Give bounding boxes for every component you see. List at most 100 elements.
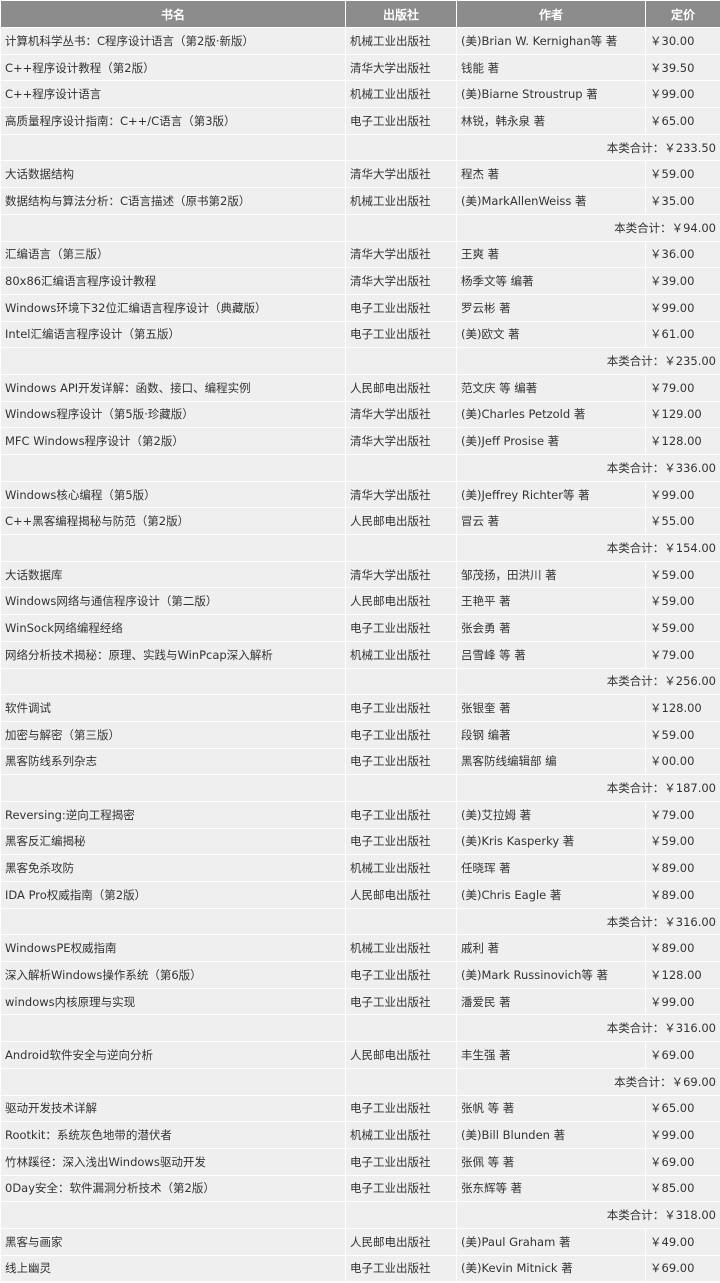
empty-cell [346,668,456,695]
empty-cell [346,1015,456,1042]
author-cell: 罗云彬 著 [457,294,645,321]
table-row: Reversing:逆向工程揭密 电子工业出版社 (美)艾拉姆 著 ￥79.00 [1,801,720,828]
empty-cell [1,1068,345,1095]
book-title-cell: Windows环境下32位汇编语言程序设计（典藏版） [1,294,345,321]
subtotal-row: 本类合计：￥316.00 [1,908,720,935]
empty-cell [1,455,345,481]
price-cell: ￥36.00 [646,241,720,268]
book-title-cell: 黑客反汇编揭秘 [1,828,345,855]
book-title-cell: 高质量程序设计指南：C++/C语言（第3版） [1,108,345,134]
publisher-cell: 人民邮电出版社 [346,1228,456,1255]
price-cell: ￥99.00 [646,988,720,1015]
price-cell: ￥59.00 [646,828,720,855]
subtotal-cell: 本类合计：￥256.00 [457,668,720,695]
price-cell: ￥79.00 [646,801,720,828]
publisher-cell: 清华大学出版社 [346,561,456,588]
book-title-cell: C++程序设计语言 [1,81,345,108]
table-row: Rootkit：系统灰色地带的潜伏者 机械工业出版社 (美)Bill Blunden… [1,1122,720,1148]
publisher-cell: 清华大学出版社 [346,268,456,294]
publisher-cell: 机械工业出版社 [346,641,456,668]
author-cell: (美)MarkAllenWeiss 著 [457,188,645,214]
subtotal-cell: 本类合计：￥318.00 [457,1202,720,1228]
subtotal-row: 本类合计：￥69.00 [1,1068,720,1095]
publisher-cell: 人民邮电出版社 [346,508,456,535]
publisher-cell: 清华大学出版社 [346,54,456,81]
empty-cell [346,908,456,935]
empty-cell [346,134,456,161]
publisher-cell: 电子工业出版社 [346,988,456,1015]
author-cell: 程杰 著 [457,161,645,188]
empty-cell [1,134,345,161]
subtotal-row: 本类合计：￥316.00 [1,1015,720,1042]
table-row: 网络分析技术揭秘：原理、实践与WinPcap深入解析 机械工业出版社 吕雪峰 等 著… [1,641,720,668]
book-title-cell: MFC Windows程序设计（第2版） [1,428,345,454]
table-row: 0Day安全：软件漏洞分析技术（第2版） 电子工业出版社 张东辉等 著 ￥85.00 [1,1175,720,1202]
subtotal-cell: 本类合计：￥94.00 [457,214,720,241]
subtotal-cell: 本类合计：￥336.00 [457,455,720,481]
publisher-cell: 人民邮电出版社 [346,882,456,908]
book-title-cell: C++黑客编程揭秘与防范（第2版） [1,508,345,535]
header-price: 定价 [646,1,720,27]
empty-cell [1,535,345,561]
empty-cell [346,348,456,374]
subtotal-row: 本类合计：￥336.00 [1,455,720,481]
publisher-cell: 机械工业出版社 [346,81,456,108]
price-cell: ￥35.00 [646,188,720,214]
publisher-cell: 人民邮电出版社 [346,374,456,401]
table-row: 黑客免杀攻防 机械工业出版社 任晓珲 著 ￥89.00 [1,855,720,881]
header-row: 书名 出版社 作者 定价 [1,1,720,27]
price-cell: ￥39.50 [646,54,720,81]
price-cell: ￥79.00 [646,641,720,668]
price-cell: ￥69.00 [646,1255,720,1282]
table-row: 黑客防线系列杂志 电子工业出版社 黑客防线编辑部 编 ￥00.00 [1,748,720,775]
empty-cell [1,668,345,695]
author-cell: 潘爱民 著 [457,988,645,1015]
subtotal-row: 本类合计：￥235.00 [1,348,720,374]
book-title-cell: 深入解析Windows操作系统（第6版） [1,962,345,988]
publisher-cell: 电子工业出版社 [346,1095,456,1122]
book-title-cell: WinSock网络编程经络 [1,615,345,641]
price-cell: ￥129.00 [646,401,720,428]
author-cell: 张东辉等 著 [457,1175,645,1202]
price-cell: ￥59.00 [646,588,720,615]
author-cell: (美)欧文 著 [457,321,645,348]
publisher-cell: 人民邮电出版社 [346,1042,456,1068]
publisher-cell: 电子工业出版社 [346,962,456,988]
price-cell: ￥89.00 [646,855,720,881]
table-row: 加密与解密（第三版） 电子工业出版社 段钢 编著 ￥59.00 [1,721,720,748]
price-cell: ￥59.00 [646,615,720,641]
subtotal-cell: 本类合计：￥235.00 [457,348,720,374]
price-cell: ￥99.00 [646,481,720,508]
empty-cell [1,1015,345,1042]
author-cell: 张会勇 著 [457,615,645,641]
subtotal-cell: 本类合计：￥154.00 [457,535,720,561]
publisher-cell: 电子工业出版社 [346,828,456,855]
publisher-cell: 机械工业出版社 [346,188,456,214]
publisher-cell: 机械工业出版社 [346,28,456,54]
empty-cell [346,1202,456,1228]
table-row: C++程序设计语言 机械工业出版社 (美)Biarne Stroustrup 著 ￥9… [1,81,720,108]
book-title-cell: Windows程序设计（第5版·珍藏版） [1,401,345,428]
subtotal-cell: 本类合计：￥316.00 [457,908,720,935]
table-row: Intel汇编语言程序设计（第五版） 电子工业出版社 (美)欧文 著 ￥61.00 [1,321,720,348]
author-cell: 范文庆 等 编著 [457,374,645,401]
price-cell: ￥128.00 [646,962,720,988]
price-cell: ￥59.00 [646,721,720,748]
book-title-cell: Windows核心编程（第5版） [1,481,345,508]
table-row: 竹林蹊径：深入浅出Windows驱动开发 电子工业出版社 张佩 等 著 ￥69.00 [1,1148,720,1175]
book-title-cell: Windows网络与通信程序设计（第二版） [1,588,345,615]
empty-cell [346,775,456,801]
price-cell: ￥89.00 [646,882,720,908]
price-cell: ￥55.00 [646,508,720,535]
table-row: 大话数据库 清华大学出版社 邹茂扬，田洪川 著 ￥59.00 [1,561,720,588]
book-title-cell: 大话数据库 [1,561,345,588]
price-cell: ￥59.00 [646,561,720,588]
author-cell: (美)Bill Blunden 著 [457,1122,645,1148]
subtotal-cell: 本类合计：￥69.00 [457,1068,720,1095]
publisher-cell: 电子工业出版社 [346,748,456,775]
price-cell: ￥128.00 [646,428,720,454]
book-title-cell: 黑客与画家 [1,1228,345,1255]
header-author: 作者 [457,1,645,27]
publisher-cell: 电子工业出版社 [346,321,456,348]
book-title-cell: 80x86汇编语言程序设计教程 [1,268,345,294]
